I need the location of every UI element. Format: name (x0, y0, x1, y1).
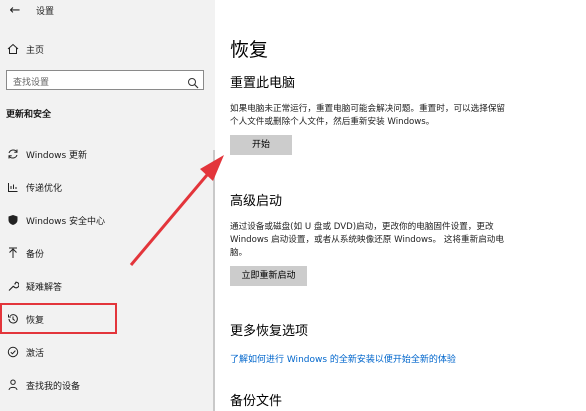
arrow-left-icon[interactable]: ← (6, 2, 24, 20)
home-icon (6, 42, 20, 56)
delivery-icon (6, 180, 20, 194)
title-bar: ← 设置 (0, 0, 215, 24)
check-circle-icon (6, 345, 20, 359)
sidebar-item-home[interactable]: 主页 (0, 38, 212, 60)
sidebar-item-delivery-optimization[interactable]: 传递优化 (0, 176, 212, 198)
home-label: 主页 (26, 46, 45, 56)
sidebar-item-label: Windows 更新 (26, 151, 88, 161)
sidebar-item-label: 疑难解答 (26, 283, 63, 293)
advanced-description-line: Windows 启动设置，或者从系统映像还原 Windows。 这将重新启动电 (230, 235, 504, 245)
backup-files-heading: 备份文件 (230, 394, 283, 409)
reset-description-line: 如果电脑未正常运行，重置电脑可能会解决问题。重置时，可以选择保留 (230, 104, 506, 114)
clean-install-link[interactable]: 了解如何进行 Windows 的全新安装以便开始全新的体验 (230, 352, 456, 365)
sidebar-item-label: Windows 安全中心 (26, 217, 106, 227)
sidebar-item-windows-update[interactable]: Windows 更新 (0, 143, 212, 165)
advanced-description-line: 通过设备或磁盘(如 U 盘或 DVD)启动，更改你的电脑固件设置，更改 (230, 222, 494, 232)
page-title: 恢复 (230, 39, 269, 61)
search-input[interactable]: 查找设置 (6, 70, 204, 90)
person-icon (6, 378, 20, 392)
main-content: 恢复 重置此电脑 如果电脑未正常运行，重置电脑可能会解决问题。重置时，可以选择保… (230, 0, 580, 411)
advanced-description-line: 脑。 (230, 248, 248, 258)
wrench-icon (6, 279, 20, 293)
sidebar-item-label: 传递优化 (26, 184, 63, 194)
sidebar-scrollbar[interactable] (213, 150, 215, 411)
reset-description: 如果电脑未正常运行，重置电脑可能会解决问题。重置时，可以选择保留 个人文件或删除… (230, 103, 570, 129)
advanced-startup-description: 通过设备或磁盘(如 U 盘或 DVD)启动，更改你的电脑固件设置，更改 Wind… (230, 221, 570, 260)
sidebar-item-activation[interactable]: 激活 (0, 341, 212, 363)
sidebar-item-label: 激活 (26, 349, 45, 359)
sidebar-item-label: 备份 (26, 250, 45, 260)
search-placeholder: 查找设置 (13, 78, 50, 88)
sync-icon (6, 147, 20, 161)
advanced-startup-heading: 高级启动 (230, 194, 283, 209)
sidebar-item-troubleshoot[interactable]: 疑难解答 (0, 275, 212, 297)
sidebar-item-backup[interactable]: 备份 (0, 242, 212, 264)
more-options-heading: 更多恢复选项 (230, 324, 309, 339)
sidebar: ← 设置 主页 查找设置 更新和安全 Windows 更新 传递优化 Windo… (0, 0, 215, 411)
get-started-button[interactable]: 开始 (230, 135, 292, 155)
reset-description-line: 个人文件或删除个人文件，然后重新安装 Windows。 (230, 117, 435, 127)
app-title: 设置 (36, 7, 55, 17)
reset-heading: 重置此电脑 (230, 76, 296, 91)
sidebar-item-find-my-device[interactable]: 查找我的设备 (0, 374, 212, 396)
search-icon[interactable] (187, 74, 199, 89)
backup-icon (6, 246, 20, 260)
sidebar-item-label: 查找我的设备 (26, 382, 81, 392)
sidebar-item-windows-security[interactable]: Windows 安全中心 (0, 209, 212, 231)
shield-icon (6, 213, 20, 227)
highlight-box (0, 303, 117, 334)
section-title: 更新和安全 (6, 110, 52, 120)
restart-now-button[interactable]: 立即重新启动 (230, 266, 307, 286)
